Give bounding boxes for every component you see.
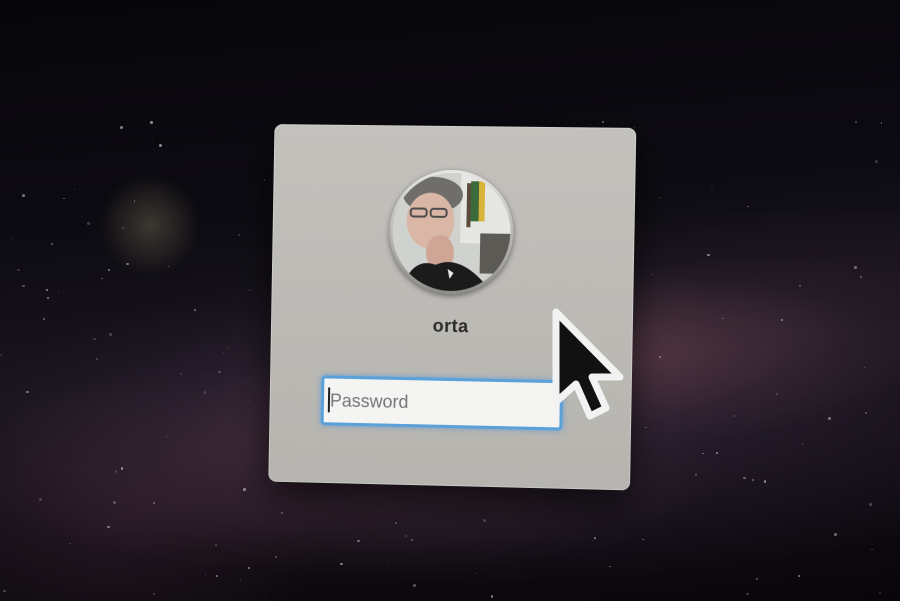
star <box>204 573 207 576</box>
star <box>57 290 60 293</box>
star <box>263 179 265 181</box>
star <box>265 599 267 601</box>
star <box>114 469 118 473</box>
star <box>804 392 806 394</box>
star <box>404 534 407 537</box>
star <box>237 233 241 237</box>
star <box>751 478 755 482</box>
star <box>120 126 123 129</box>
star <box>120 467 123 470</box>
star <box>340 562 343 566</box>
star <box>51 243 54 246</box>
star <box>22 285 25 288</box>
text-caret <box>327 387 331 413</box>
star <box>801 442 804 445</box>
star <box>602 121 604 123</box>
star <box>45 288 48 291</box>
star <box>776 393 778 395</box>
star <box>386 561 388 564</box>
star <box>69 542 71 545</box>
star <box>21 194 25 197</box>
star <box>702 452 704 455</box>
star <box>63 197 65 199</box>
star <box>193 308 197 312</box>
star <box>12 237 14 240</box>
star <box>863 366 865 368</box>
star <box>412 584 416 588</box>
star <box>0 353 3 356</box>
star <box>108 333 112 337</box>
star <box>875 159 879 163</box>
star <box>828 417 831 420</box>
star <box>247 566 251 569</box>
star <box>180 373 182 375</box>
star <box>588 123 590 125</box>
star <box>86 221 90 225</box>
star <box>475 572 477 574</box>
star <box>743 476 746 479</box>
star <box>865 412 868 415</box>
star <box>248 289 251 291</box>
star <box>659 356 661 358</box>
star <box>694 473 698 476</box>
star <box>101 277 103 279</box>
star <box>122 227 125 230</box>
star <box>490 595 493 598</box>
star <box>153 593 156 596</box>
star <box>158 144 162 148</box>
star <box>274 555 278 558</box>
star <box>126 262 129 265</box>
user-avatar[interactable] <box>388 169 515 296</box>
star <box>879 592 881 594</box>
star <box>216 575 218 577</box>
star <box>26 390 29 394</box>
star <box>410 538 413 541</box>
star <box>834 532 837 536</box>
star <box>871 548 873 551</box>
star <box>165 435 167 438</box>
password-input[interactable] <box>320 375 564 431</box>
star <box>634 127 636 129</box>
star <box>716 452 718 454</box>
arrow-pointer-icon <box>552 308 624 420</box>
star <box>609 566 611 568</box>
star <box>854 120 857 123</box>
star <box>881 122 883 124</box>
star <box>133 200 136 202</box>
star <box>747 205 749 208</box>
star <box>46 297 49 300</box>
star <box>799 285 801 287</box>
star <box>641 538 644 541</box>
desktop-background: orta <box>0 0 900 601</box>
star <box>722 317 724 319</box>
star <box>869 503 873 507</box>
star <box>854 265 858 269</box>
star <box>112 500 116 504</box>
star <box>780 318 783 321</box>
star <box>356 539 360 543</box>
star <box>42 317 46 321</box>
avatar-photo <box>391 172 512 292</box>
star <box>218 370 221 373</box>
star <box>150 121 154 125</box>
star <box>859 275 862 278</box>
star <box>483 518 487 522</box>
star <box>659 196 661 199</box>
star <box>73 189 75 191</box>
star <box>3 589 6 592</box>
star <box>756 577 759 580</box>
star <box>591 539 594 541</box>
star <box>745 592 749 596</box>
star <box>151 137 153 140</box>
avatar-photo-image <box>391 172 512 292</box>
star <box>594 537 596 539</box>
star <box>711 185 713 187</box>
star <box>798 575 800 577</box>
star <box>92 337 96 341</box>
star <box>240 579 242 581</box>
star <box>167 265 169 267</box>
star <box>763 480 766 483</box>
star <box>107 269 110 272</box>
star <box>17 268 20 272</box>
